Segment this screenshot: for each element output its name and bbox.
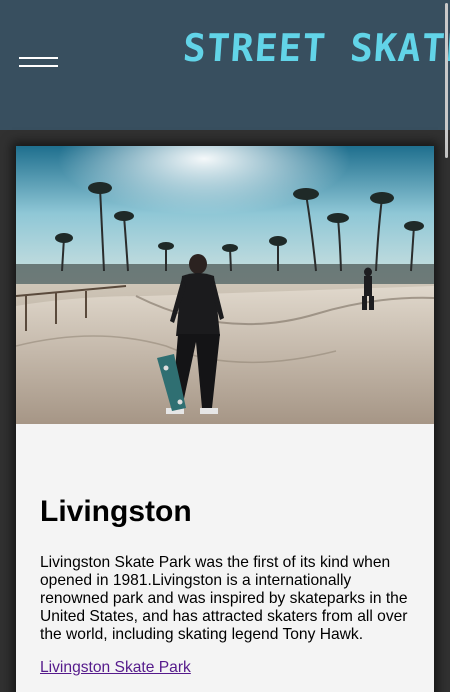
scrollbar-thumb[interactable] — [445, 3, 448, 158]
site-header: STREET SKATER — [0, 0, 450, 130]
skatepark-card: Livingston Livingston Skate Park was the… — [16, 146, 434, 692]
skatepark-photo — [16, 146, 434, 424]
card-description: Livingston Skate Park was the first of i… — [40, 554, 408, 643]
site-logo-text[interactable]: STREET SKATER — [181, 26, 450, 70]
skatepark-link[interactable]: Livingston Skate Park — [40, 659, 191, 677]
menu-bar-top — [19, 57, 58, 59]
menu-bar-bottom — [19, 65, 58, 67]
card-title: Livingston — [40, 495, 192, 528]
skatepark-photo-graphic — [16, 146, 434, 424]
hamburger-menu-icon[interactable] — [19, 55, 58, 75]
page-scrollbar[interactable] — [444, 0, 450, 692]
